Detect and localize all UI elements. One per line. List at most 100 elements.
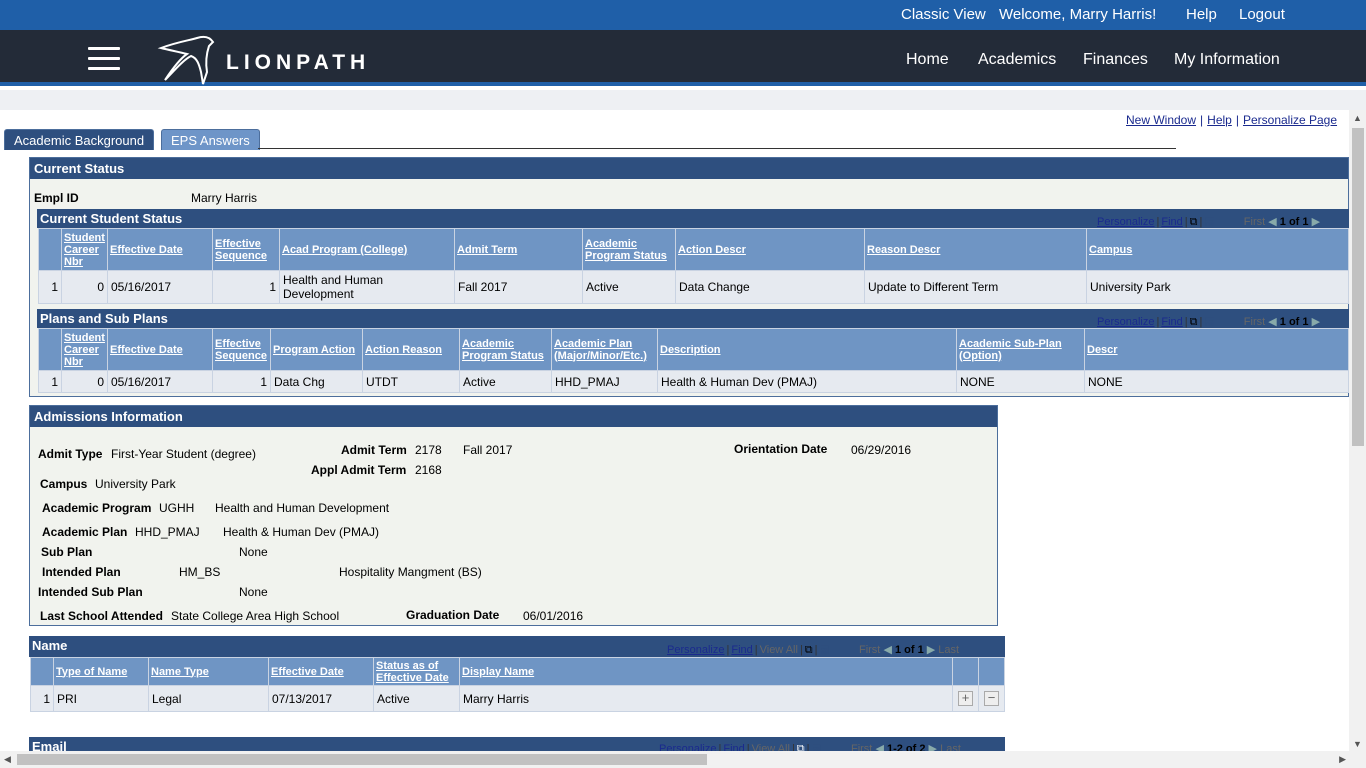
col-header[interactable]: Effective Sequence [212,328,271,371]
col-header[interactable]: Action Descr [675,228,865,271]
personalize-link[interactable]: Personalize [1097,316,1154,328]
horizontal-scroll-thumb[interactable] [17,754,707,765]
personalize-link[interactable]: Personalize [1097,216,1154,228]
col-header[interactable]: Action Reason [362,328,460,371]
intended-plan-label: Intended Plan [42,565,121,579]
first-link[interactable]: First [1244,216,1265,228]
intended-sub-plan-value: None [239,585,268,599]
name-title: Name [32,638,68,653]
prev-arrow-icon[interactable]: ◀ [883,644,891,656]
name-table: Type of Name Name Type Effective Date St… [30,657,1005,712]
col-header[interactable]: Effective Date [107,328,213,371]
col-header[interactable]: Student Career Nbr [61,228,108,271]
display-name: Marry Harris [459,685,953,712]
col-header[interactable]: Effective Date [107,228,213,271]
col-header[interactable]: Type of Name [53,657,149,686]
view-all-link[interactable]: View All [760,644,798,656]
nav-my-information[interactable]: My Information [1174,51,1280,69]
find-link[interactable]: Find [1161,216,1182,228]
personalize-page-link[interactable]: Personalize Page [1243,113,1337,127]
effective-date: 07/13/2017 [268,685,374,712]
new-window-link[interactable]: New Window [1126,113,1196,127]
logout-link[interactable]: Logout [1239,6,1285,23]
scroll-down-icon[interactable]: ▼ [1353,739,1362,749]
plans-grid-nav: Personalize | Find | ⧉ | ▦ First ◀ 1 of 1 ▶ [1097,316,1321,328]
name-grid-nav: Personalize | Find | View All | ⧉ | ▦ First ◀ 1 … [667,644,960,656]
program-action: Data Chg [270,370,363,393]
download-grid-icon[interactable]: ▦ [1204,216,1214,228]
col-header[interactable]: Effective Sequence [212,228,280,271]
campus-value: University Park [95,477,176,491]
personalize-link[interactable]: Personalize [667,644,724,656]
next-arrow-icon[interactable]: ▶ [1312,216,1320,228]
name-type: Legal [148,685,269,712]
admissions-title: Admissions Information [30,406,997,427]
first-link[interactable]: First [859,644,880,656]
nav-home[interactable]: Home [906,51,949,69]
sub-plan-value: None [239,545,268,559]
col-header[interactable]: Campus [1086,228,1349,271]
scroll-left-icon[interactable]: ◀ [4,754,11,765]
effective-date: 05/16/2017 [107,370,213,393]
col-header[interactable]: Acad Program (College) [279,228,455,271]
classic-view-link[interactable]: Classic View [901,6,986,23]
col-header[interactable]: Academic Plan (Major/Minor/Etc.) [551,328,658,371]
effective-sequence: 1 [212,270,280,304]
plan-description: Health & Human Dev (PMAJ) [657,370,957,393]
find-link[interactable]: Find [731,644,752,656]
col-header[interactable]: Display Name [459,657,953,686]
next-arrow-icon[interactable]: ▶ [1312,316,1320,328]
appl-admit-term-value: 2168 [415,463,442,477]
vertical-scroll-thumb[interactable] [1352,128,1364,446]
col-header[interactable]: Descr [1084,328,1349,371]
scroll-right-icon[interactable]: ▶ [1339,754,1346,765]
download-grid-icon[interactable]: ▦ [1204,316,1214,328]
col-header[interactable]: Academic Program Status [459,328,552,371]
scroll-up-icon[interactable]: ▲ [1353,113,1362,123]
horizontal-scrollbar[interactable]: ◀ ▶ [0,751,1366,768]
find-link[interactable]: Find [1161,316,1182,328]
download-grid-icon[interactable]: ▦ [820,644,830,656]
academic-program-label: Academic Program [42,501,152,515]
subnav-strip [0,90,1366,110]
admit-term-code: 2178 [415,443,442,457]
col-header[interactable]: Status as of Effective Date [373,657,460,686]
delete-row-icon[interactable]: − [984,691,999,706]
row-number: 1 [30,685,54,712]
orientation-date-value: 06/29/2016 [851,443,912,457]
col-header[interactable]: Effective Date [268,657,374,686]
vertical-scrollbar[interactable]: ▲ ▼ [1349,110,1366,752]
academic-plan: HHD_PMAJ [551,370,658,393]
academic-plan-value: Health & Human Dev (PMAJ) [223,525,380,539]
tab-divider [258,148,1176,149]
col-header[interactable]: Academic Sub-Plan (Option) [956,328,1085,371]
col-header[interactable]: Program Action [270,328,363,371]
col-header[interactable]: Academic Program Status [582,228,676,271]
add-row-icon[interactable]: + [958,691,973,706]
tab-academic-background[interactable]: Academic Background [4,129,155,150]
col-header[interactable]: Reason Descr [864,228,1087,271]
col-header[interactable]: Student Career Nbr [61,328,108,371]
col-header[interactable]: Name Type [148,657,269,686]
first-link[interactable]: First [1244,316,1265,328]
nav-finances[interactable]: Finances [1083,51,1148,69]
col-header[interactable]: Admit Term [454,228,583,271]
prev-arrow-icon[interactable]: ◀ [1268,216,1276,228]
next-arrow-icon[interactable]: ▶ [927,644,935,656]
zoom-icon[interactable]: ⧉ [805,644,813,656]
help-link[interactable]: Help [1186,6,1217,23]
admit-type-value: First-Year Student (degree) [111,447,256,461]
action-descr: Data Change [675,270,865,304]
brand-name: LIONPATH [226,51,371,74]
nav-academics[interactable]: Academics [978,51,1056,69]
reason-descr: Update to Different Term [864,270,1087,304]
hamburger-menu-icon[interactable] [88,47,120,71]
tab-eps-answers[interactable]: EPS Answers [161,129,260,150]
academic-plan-code: HHD_PMAJ [135,525,200,539]
last-link[interactable]: Last [938,644,959,656]
top-bar: Classic View Welcome, Marry Harris! Help… [0,0,1366,30]
career-nbr: 0 [61,370,108,393]
prev-arrow-icon[interactable]: ◀ [1268,316,1276,328]
col-header[interactable]: Description [657,328,957,371]
page-help-link[interactable]: Help [1207,113,1232,127]
